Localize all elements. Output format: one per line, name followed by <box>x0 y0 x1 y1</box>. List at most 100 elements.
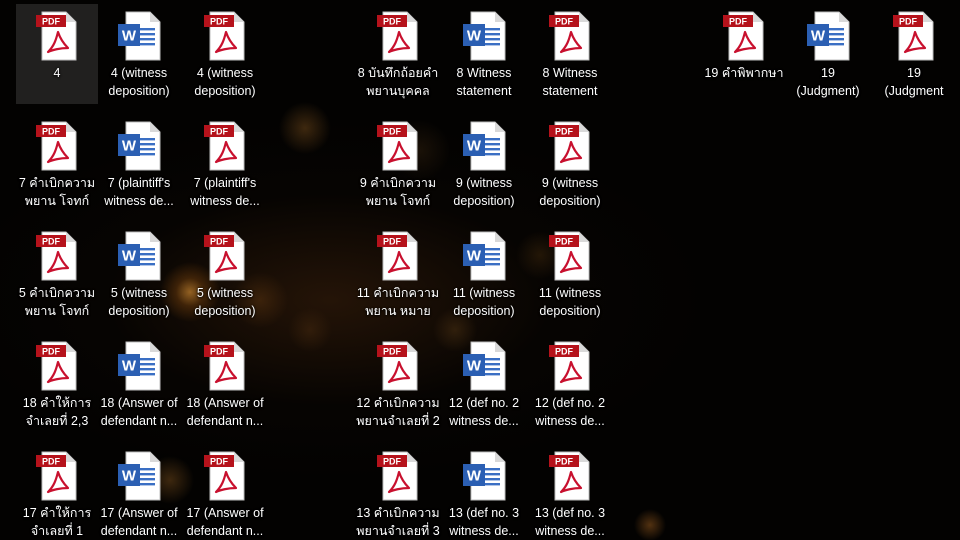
file-name-label: 19 (Judgment) <box>796 66 860 98</box>
desktop-file-item[interactable]: PDF 17 คำให้การ จำเลยที่ 1 <box>16 444 98 540</box>
svg-text:W: W <box>122 138 137 155</box>
pdf-file-icon: PDF <box>547 450 593 502</box>
file-name-label: 5 (witness deposition) <box>108 286 170 318</box>
word-file-icon: W <box>116 340 162 392</box>
pdf-file-icon: PDF <box>375 120 421 172</box>
desktop-file-item[interactable]: PDF 12 (def no. 2 witness de... <box>529 334 611 434</box>
desktop-file-item[interactable]: PDF 7 คำเบิกความ พยาน โจทก์ <box>16 114 98 214</box>
desktop-file-item[interactable]: W 5 (witness deposition) <box>98 224 180 324</box>
desktop-file-item[interactable]: W 8 Witness statement <box>443 4 525 104</box>
svg-text:PDF: PDF <box>210 347 229 357</box>
svg-text:PDF: PDF <box>42 237 61 247</box>
desktop-file-item[interactable]: PDF 18 (Answer of defendant n... <box>184 334 266 434</box>
desktop-file-item[interactable]: PDF 18 คำให้การ จำเลยที่ 2,3 <box>16 334 98 434</box>
desktop-file-item[interactable]: W 19 (Judgment) <box>787 4 869 104</box>
desktop-file-item[interactable]: PDF 9 คำเบิกความ พยาน โจทก์ <box>357 114 439 214</box>
desktop-file-item[interactable]: PDF 5 (witness deposition) <box>184 224 266 324</box>
word-file-icon: W <box>116 120 162 172</box>
file-name-label: 8 บันทึกถ้อยคำ พยานบุคคล <box>357 66 439 98</box>
svg-text:W: W <box>467 468 482 485</box>
pdf-file-icon: PDF <box>375 10 421 62</box>
desktop-file-item[interactable]: PDF 8 Witness statement <box>529 4 611 104</box>
word-file-icon: W <box>805 10 851 62</box>
desktop-file-item[interactable]: PDF 19 (Judgment <box>873 4 955 104</box>
svg-text:PDF: PDF <box>555 457 574 467</box>
desktop-file-item[interactable]: PDF 11 (witness deposition) <box>529 224 611 324</box>
svg-text:PDF: PDF <box>555 347 574 357</box>
desktop[interactable]: PDF 4 PDF 7 คำเบิกความ พยาน โจทก์ PDF 5 … <box>0 0 960 540</box>
pdf-file-icon: PDF <box>375 450 421 502</box>
file-name-label: 13 คำเบิกความ พยานจำเลยที่ 3 <box>356 506 440 538</box>
desktop-file-item[interactable]: PDF 8 บันทึกถ้อยคำ พยานบุคคล <box>357 4 439 104</box>
desktop-file-item[interactable]: PDF 13 (def no. 3 witness de... <box>529 444 611 540</box>
file-name-label: 13 (def no. 3 witness de... <box>448 506 520 538</box>
file-name-label: 5 (witness deposition) <box>194 286 256 318</box>
pdf-file-icon: PDF <box>34 340 80 392</box>
desktop-file-item[interactable]: W 11 (witness deposition) <box>443 224 525 324</box>
desktop-file-item[interactable]: W 9 (witness deposition) <box>443 114 525 214</box>
file-name-label: 7 (plaintiff's witness de... <box>104 176 174 208</box>
svg-text:W: W <box>122 28 137 45</box>
desktop-file-item[interactable]: W 7 (plaintiff's witness de... <box>98 114 180 214</box>
file-name-label: 19 (Judgment <box>884 66 944 98</box>
svg-text:PDF: PDF <box>555 17 574 27</box>
svg-text:PDF: PDF <box>383 127 402 137</box>
pdf-file-icon: PDF <box>202 120 248 172</box>
svg-text:W: W <box>122 468 137 485</box>
desktop-file-item[interactable]: PDF 12 คำเบิกความ พยานจำเลยที่ 2 <box>356 334 440 434</box>
svg-text:PDF: PDF <box>555 237 574 247</box>
svg-text:PDF: PDF <box>383 347 402 357</box>
file-name-label: 17 (Answer of defendant n... <box>100 506 178 538</box>
svg-text:PDF: PDF <box>383 237 402 247</box>
pdf-file-icon: PDF <box>202 10 248 62</box>
pdf-file-icon: PDF <box>34 230 80 282</box>
file-name-label: 4 (witness deposition) <box>108 66 170 98</box>
file-name-label: 9 (witness deposition) <box>453 176 515 208</box>
file-name-label: 5 คำเบิกความ พยาน โจทก์ <box>18 286 96 318</box>
svg-text:W: W <box>467 138 482 155</box>
svg-text:PDF: PDF <box>210 237 229 247</box>
svg-text:W: W <box>811 28 826 45</box>
pdf-file-icon: PDF <box>202 450 248 502</box>
pdf-file-icon: PDF <box>891 10 937 62</box>
svg-text:W: W <box>467 248 482 265</box>
desktop-file-item[interactable]: PDF 13 คำเบิกความ พยานจำเลยที่ 3 <box>356 444 440 540</box>
file-name-label: 17 คำให้การ จำเลยที่ 1 <box>22 506 92 538</box>
desktop-file-item[interactable]: W 4 (witness deposition) <box>98 4 180 104</box>
desktop-file-item[interactable]: W 18 (Answer of defendant n... <box>98 334 180 434</box>
file-name-label: 18 (Answer of defendant n... <box>100 396 178 428</box>
pdf-file-icon: PDF <box>202 230 248 282</box>
word-file-icon: W <box>461 450 507 502</box>
svg-text:PDF: PDF <box>42 127 61 137</box>
desktop-file-item[interactable]: PDF 7 (plaintiff's witness de... <box>184 114 266 214</box>
pdf-file-icon: PDF <box>34 450 80 502</box>
desktop-file-item[interactable]: PDF 17 (Answer of defendant n... <box>184 444 266 540</box>
file-name-label: 11 (witness deposition) <box>538 286 602 318</box>
file-name-label: 11 (witness deposition) <box>452 286 516 318</box>
svg-text:PDF: PDF <box>899 17 918 27</box>
word-file-icon: W <box>116 230 162 282</box>
desktop-file-item[interactable]: PDF 4 <box>16 4 98 104</box>
file-name-label: 8 Witness statement <box>456 66 512 98</box>
desktop-file-item[interactable]: PDF 4 (witness deposition) <box>184 4 266 104</box>
svg-text:PDF: PDF <box>383 17 402 27</box>
desktop-file-item[interactable]: W 12 (def no. 2 witness de... <box>443 334 525 434</box>
svg-text:PDF: PDF <box>42 17 61 27</box>
file-name-label: 4 (witness deposition) <box>194 66 256 98</box>
file-name-label: 11 คำเบิกความ พยาน หมาย <box>356 286 440 318</box>
desktop-file-item[interactable]: PDF 5 คำเบิกความ พยาน โจทก์ <box>16 224 98 324</box>
desktop-file-item[interactable]: PDF 11 คำเบิกความ พยาน หมาย <box>357 224 439 324</box>
pdf-file-icon: PDF <box>547 10 593 62</box>
desktop-file-item[interactable]: PDF 9 (witness deposition) <box>529 114 611 214</box>
svg-text:PDF: PDF <box>210 457 229 467</box>
desktop-file-item[interactable]: W 13 (def no. 3 witness de... <box>443 444 525 540</box>
svg-text:PDF: PDF <box>42 457 61 467</box>
desktop-file-item[interactable]: PDF 19 คำพิพากษา <box>703 4 785 104</box>
word-file-icon: W <box>461 120 507 172</box>
pdf-file-icon: PDF <box>547 340 593 392</box>
file-name-label: 7 คำเบิกความ พยาน โจทก์ <box>18 176 96 208</box>
svg-text:W: W <box>467 358 482 375</box>
desktop-file-item[interactable]: W 17 (Answer of defendant n... <box>98 444 180 540</box>
file-name-label: 7 (plaintiff's witness de... <box>190 176 260 208</box>
file-name-label: 13 (def no. 3 witness de... <box>534 506 606 538</box>
